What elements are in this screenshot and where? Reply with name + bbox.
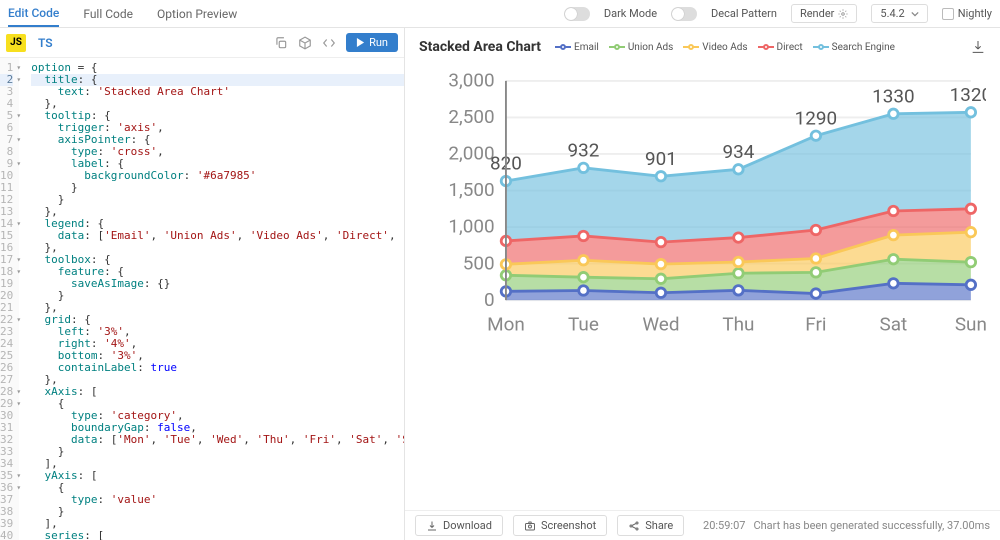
run-label: Run: [369, 36, 388, 49]
format-code-icon[interactable]: [322, 36, 336, 50]
tab-full-code[interactable]: Full Code: [83, 0, 133, 27]
download-image-icon[interactable]: [970, 39, 986, 55]
legend-item[interactable]: Direct: [758, 42, 803, 53]
play-icon: [356, 38, 365, 47]
chart-header: Stacked Area Chart Email Union Ads Video A…: [419, 36, 986, 58]
screenshot-label: Screenshot: [541, 519, 596, 532]
line-gutter: 1234567891011121314151617181920212223242…: [0, 58, 19, 540]
svg-text:0: 0: [484, 288, 495, 311]
legend-item[interactable]: Email: [555, 42, 599, 53]
code-body[interactable]: option = { title: { text: 'Stacked Area …: [19, 58, 404, 540]
chart-panel: Stacked Area Chart Email Union Ads Video A…: [405, 28, 1000, 540]
legend-item[interactable]: Search Engine: [813, 42, 895, 53]
code-panel: JS TS Run 123456789101112131415161718192…: [0, 28, 405, 540]
share-icon: [628, 520, 640, 532]
checkbox-icon: [942, 8, 954, 20]
svg-text:2,500: 2,500: [448, 105, 494, 128]
svg-text:1,500: 1,500: [448, 178, 494, 201]
topbar: Edit Code Full Code Option Preview Dark …: [0, 0, 1000, 28]
svg-text:901: 901: [645, 147, 677, 170]
chart-title: Stacked Area Chart: [419, 39, 541, 55]
bottom-bar: Download Screenshot Share 20:59:07 Chart…: [405, 510, 1000, 540]
tab-edit-code[interactable]: Edit Code: [8, 0, 59, 27]
svg-text:932: 932: [568, 139, 600, 162]
svg-text:500: 500: [463, 251, 495, 274]
svg-text:1330: 1330: [872, 84, 914, 107]
version-select[interactable]: 5.4.2: [871, 4, 927, 23]
svg-text:Sun: Sun: [955, 312, 986, 335]
lang-js-tab[interactable]: JS: [6, 34, 26, 52]
download-label: Download: [443, 519, 492, 532]
legend-item[interactable]: Union Ads: [609, 42, 673, 53]
svg-text:934: 934: [722, 140, 754, 163]
svg-text:1290: 1290: [795, 106, 837, 129]
download-button[interactable]: Download: [415, 515, 503, 536]
legend-item[interactable]: Video Ads: [683, 42, 747, 53]
share-label: Share: [645, 519, 673, 532]
nightly-label: Nightly: [958, 7, 992, 20]
share-button[interactable]: Share: [617, 515, 684, 536]
download-icon: [426, 520, 438, 532]
chart-legend: Email Union Ads Video Ads Direct Search Engi…: [555, 42, 895, 53]
code-editor[interactable]: 1234567891011121314151617181920212223242…: [0, 58, 404, 540]
svg-text:1320: 1320: [950, 83, 986, 106]
status-time: 20:59:07: [703, 519, 745, 532]
lang-ts-tab[interactable]: TS: [32, 36, 59, 50]
chevron-down-icon: [911, 10, 919, 18]
nightly-checkbox[interactable]: Nightly: [942, 7, 992, 20]
svg-text:3,000: 3,000: [448, 69, 494, 92]
version-value: 5.4.2: [880, 7, 904, 20]
svg-text:Mon: Mon: [487, 312, 525, 335]
decal-pattern-toggle[interactable]: [671, 7, 697, 21]
svg-text:Fri: Fri: [805, 312, 826, 335]
view-tabs: Edit Code Full Code Option Preview: [8, 0, 237, 27]
render-label: Render: [800, 7, 834, 20]
svg-text:Wed: Wed: [642, 312, 679, 335]
stacked-area-chart: 0 500 1,000 1,500 2,000 2,500 3,000 Mon Tue Wed Th…: [419, 62, 986, 346]
svg-text:Sat: Sat: [880, 312, 908, 335]
tab-option-preview[interactable]: Option Preview: [157, 0, 237, 27]
decal-pattern-label: Decal Pattern: [711, 7, 777, 20]
copy-icon[interactable]: [274, 36, 288, 50]
status-message: Chart has been generated successfully, 3…: [753, 519, 990, 532]
svg-text:2,000: 2,000: [448, 142, 494, 165]
svg-text:1,000: 1,000: [448, 215, 494, 238]
camera-icon: [524, 520, 536, 532]
cube-icon[interactable]: [298, 36, 312, 50]
dark-mode-label: Dark Mode: [604, 7, 657, 20]
language-bar: JS TS Run: [0, 28, 404, 58]
screenshot-button[interactable]: Screenshot: [513, 515, 607, 536]
svg-text:Thu: Thu: [722, 312, 754, 335]
render-button[interactable]: Render: [791, 4, 857, 23]
svg-text:Tue: Tue: [568, 312, 599, 335]
gear-icon: [838, 9, 848, 19]
dark-mode-toggle[interactable]: [564, 7, 590, 21]
run-button[interactable]: Run: [346, 33, 398, 52]
